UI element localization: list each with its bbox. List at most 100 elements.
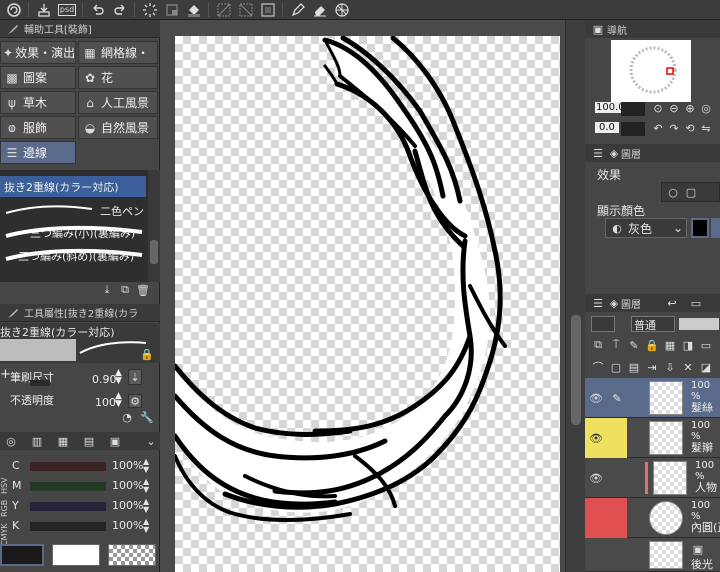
rotate-right-icon[interactable]: ↷ [667, 121, 681, 135]
k-slider[interactable] [30, 522, 106, 531]
loading-icon[interactable] [140, 1, 160, 19]
sub-color-swatch[interactable] [52, 544, 100, 566]
edit-pen-icon[interactable]: ✎ [607, 378, 627, 418]
brush-item[interactable]: 抜き2重線(カラー対応) [0, 176, 146, 197]
panel-menu-icon[interactable]: ☰ [591, 146, 605, 160]
eraser-icon[interactable] [310, 1, 330, 19]
stepper-icon[interactable]: ▲ ▼ [143, 518, 149, 534]
lock-alpha-icon[interactable]: ▦ [663, 338, 677, 352]
navigator-preview[interactable] [611, 40, 691, 102]
c-slider[interactable] [30, 462, 106, 471]
lock-icon[interactable]: 🔒 [645, 338, 659, 352]
eye-icon[interactable]: 👁 [585, 458, 607, 498]
brush-item[interactable]: 三つ編み(小)(裏編み) [0, 222, 146, 243]
display-color-select[interactable]: ◐ 灰色 ⌄ [605, 218, 687, 238]
border-effect-icon[interactable]: ○ [666, 185, 680, 199]
scrollbar-thumb[interactable] [571, 315, 581, 425]
y-slider[interactable] [30, 502, 106, 511]
panel-menu-icon[interactable]: ☰ [591, 296, 605, 310]
rotate-slider[interactable] [621, 122, 645, 136]
history-tab-icon[interactable]: ↩ [665, 296, 679, 310]
layer-row[interactable]: 100 % 內圓(正 [585, 498, 720, 538]
group-effects[interactable]: ✦ 效果・演出 [0, 41, 76, 64]
psd-icon[interactable]: psd [56, 1, 78, 19]
zoom-in-icon[interactable]: ⊕ [683, 101, 697, 115]
layer-row[interactable]: ▣ 後光 [585, 538, 720, 572]
brush-item[interactable]: 二色ペン [0, 200, 146, 221]
material-tab-icon[interactable]: ▭ [689, 296, 703, 310]
lock-box-icon[interactable] [607, 498, 627, 538]
rotate-left-icon[interactable]: ↶ [651, 121, 665, 135]
group-border-lines[interactable]: ☰ 邊線 [0, 141, 76, 164]
select-icon[interactable] [236, 1, 256, 19]
color-slider-icon[interactable]: ▥ [30, 434, 44, 448]
main-color-swatch[interactable] [0, 544, 44, 566]
print-icon[interactable] [34, 1, 54, 19]
group-landscape[interactable]: ◒ 自然風景 [78, 116, 158, 139]
eye-icon[interactable]: 👁 [585, 378, 607, 418]
color-set-icon[interactable]: ▦ [56, 434, 70, 448]
trash-icon[interactable]: 🗑 [136, 283, 150, 297]
logo-icon[interactable] [4, 1, 24, 19]
zoom-slider[interactable] [621, 102, 645, 116]
pen-icon[interactable] [288, 1, 308, 19]
group-pattern[interactable]: ▩ 圖案 [0, 66, 76, 89]
layer-row[interactable]: 👁 100 % 髮辮 [585, 418, 720, 458]
stepper-icon[interactable]: ▲ ▼ [115, 369, 122, 386]
flip-icon[interactable]: ⇋ [699, 121, 713, 135]
delete-layer-icon[interactable]: ✕ [681, 360, 695, 374]
canvas-vertical-scrollbar[interactable] [565, 20, 585, 572]
transfer-icon[interactable]: ⇥ [645, 360, 659, 374]
pressure-icon[interactable]: ⇣ [128, 369, 142, 385]
eye-icon[interactable]: 👁 [585, 418, 607, 458]
zoom-fit-icon[interactable]: ⊙ [651, 101, 665, 115]
layer-row[interactable]: 👁 100 % 人物 [585, 458, 720, 498]
wrench-icon[interactable]: 🔧 [140, 410, 154, 424]
eye-hidden-icon[interactable] [585, 498, 607, 538]
layer-row[interactable]: 👁 ✎ 100 % 髮絲 [585, 378, 720, 418]
group-mesh[interactable]: ▦ 網格線・ [78, 41, 158, 64]
draft-icon[interactable]: ✎ [627, 338, 641, 352]
reference-icon[interactable]: ⍑ [609, 338, 623, 352]
new-vector-icon[interactable]: ▢ [609, 360, 623, 374]
eye-hidden-icon[interactable] [585, 538, 607, 572]
stepper-icon[interactable]: ▲ ▼ [143, 478, 149, 494]
lock-box-icon[interactable] [607, 418, 627, 458]
group-building[interactable]: ⌂ 人工風景 [78, 91, 158, 114]
group-flower[interactable]: ✿ 花 [78, 66, 158, 89]
grid-icon[interactable] [332, 1, 352, 19]
rotate-reset-icon[interactable]: ⟲ [683, 121, 697, 135]
fill-icon[interactable] [184, 1, 204, 19]
brush-list-scrollbar[interactable] [148, 170, 160, 282]
blend-mode-select[interactable]: 普通 [631, 316, 675, 332]
merge-icon[interactable]: ⇩ [663, 360, 677, 374]
undo-icon[interactable] [88, 1, 108, 19]
zoom-out-icon[interactable]: ⊖ [667, 101, 681, 115]
stepper-icon[interactable]: ▲ ▼ [115, 392, 122, 409]
clip-icon[interactable]: ⧉ [591, 338, 605, 352]
stepper-icon[interactable]: ▲ ▼ [143, 458, 149, 474]
redo-icon[interactable] [110, 1, 130, 19]
actual-size-icon[interactable]: ◎ [699, 101, 713, 115]
collapse-icon[interactable]: ⌄ [144, 434, 158, 448]
palette-icon[interactable]: ▣ [108, 434, 122, 448]
display-color-swatch-2[interactable] [711, 218, 720, 238]
layer-color-select[interactable] [591, 316, 615, 332]
display-color-swatch[interactable] [691, 218, 709, 238]
color-wheel-icon[interactable]: ◎ [4, 434, 18, 448]
layer-opacity-slider[interactable] [679, 318, 719, 330]
new-folder-icon[interactable]: ▤ [627, 360, 641, 374]
transform-icon[interactable] [214, 1, 234, 19]
lock-icon[interactable]: 🔒 [140, 347, 154, 361]
new-raster-icon[interactable]: ⌒ [591, 360, 605, 374]
history-icon[interactable]: ▤ [82, 434, 96, 448]
duplicate-icon[interactable]: ⧉ [118, 283, 132, 297]
group-clothing[interactable]: ⱷ 服飾 [0, 116, 76, 139]
reset-icon[interactable]: ◔ [120, 410, 134, 424]
mask-icon[interactable]: ◨ [681, 338, 695, 352]
mask-add-icon[interactable]: ◪ [699, 360, 713, 374]
drawing-canvas[interactable] [172, 35, 560, 572]
brush-item[interactable]: 三つ編み(斜め)(裏編み) [0, 245, 146, 266]
clear-icon[interactable] [162, 1, 182, 19]
brush-size-slider[interactable] [30, 380, 50, 386]
